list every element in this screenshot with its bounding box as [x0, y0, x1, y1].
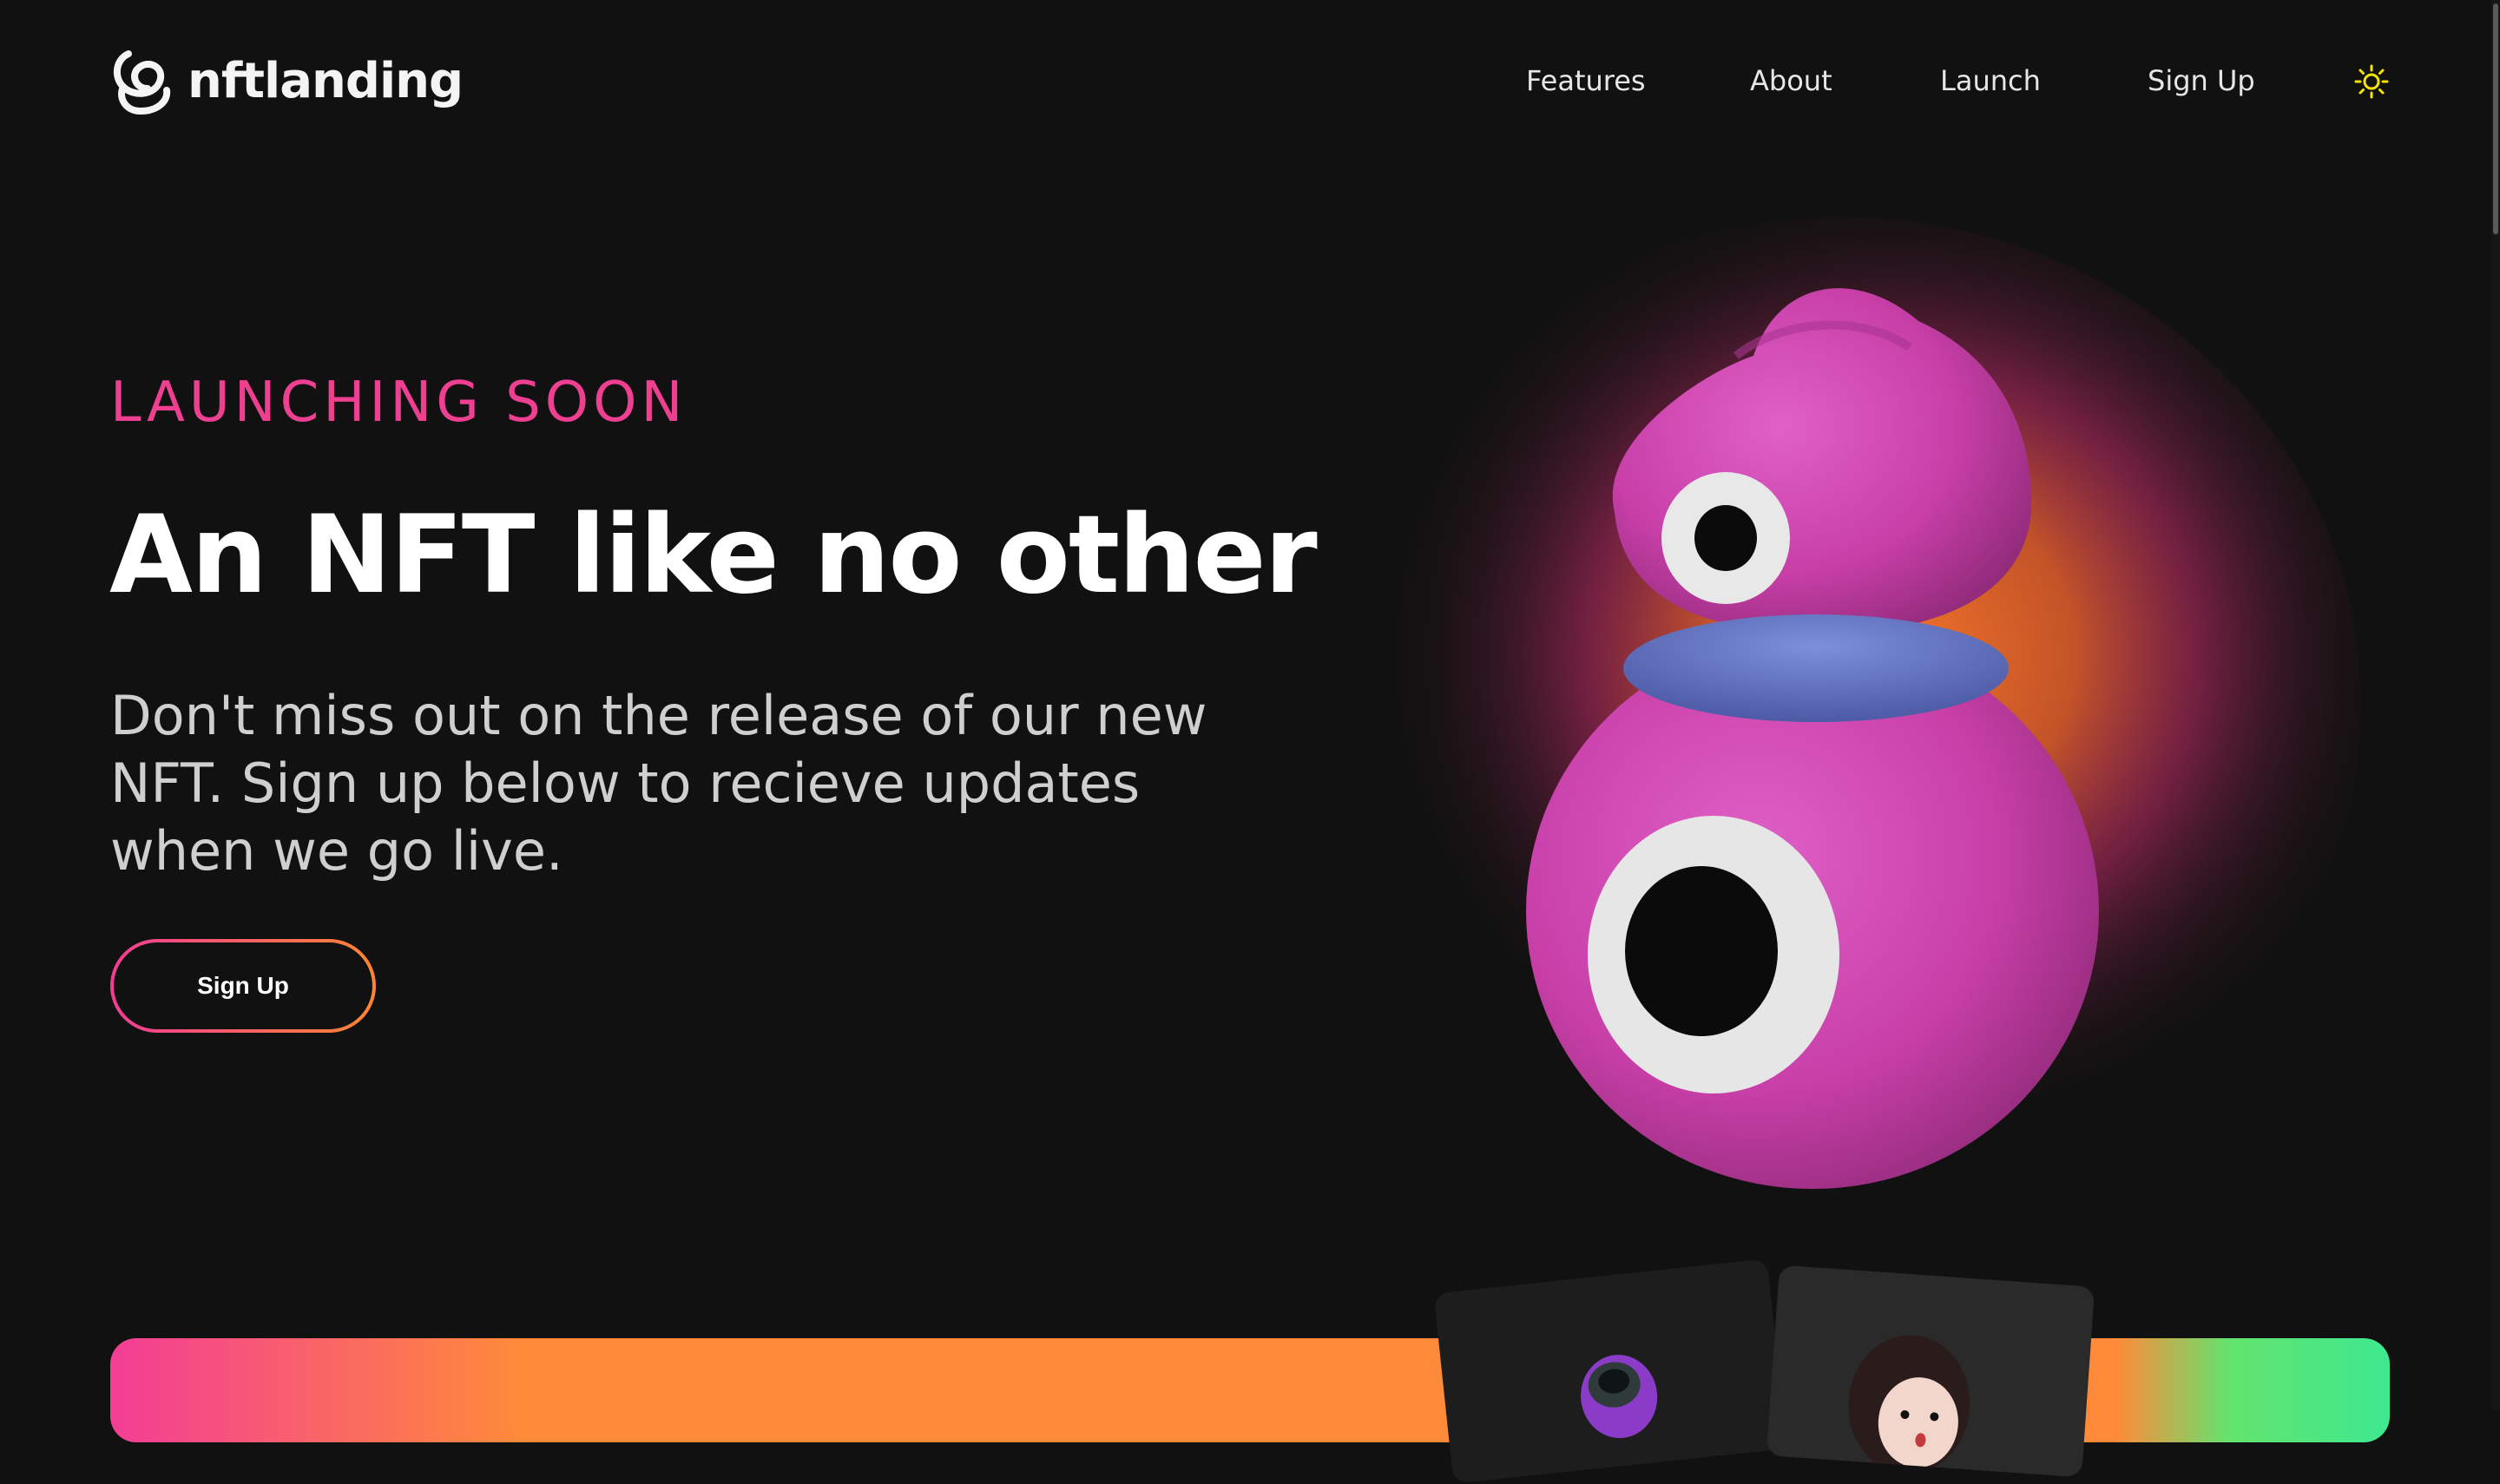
hero-description: Don't miss out on the release of our new… — [110, 684, 1207, 883]
brand-logo[interactable]: nftlanding — [109, 47, 464, 116]
sign-up-button-label: Sign Up — [114, 942, 372, 1029]
nav-about[interactable]: About — [1750, 64, 1832, 97]
launch-eyebrow: LAUNCHING SOON — [110, 371, 688, 435]
nft-character-illustration — [1319, 217, 2361, 1189]
hero-title: An NFT like no other — [109, 493, 1318, 618]
purple-helmet-character-image — [1581, 1355, 1658, 1439]
preview-card[interactable] — [1766, 1264, 2095, 1478]
scrollbar-thumb[interactable] — [2493, 3, 2498, 234]
preview-card[interactable] — [1433, 1258, 1787, 1484]
nav-launch[interactable]: Launch — [1940, 64, 2041, 97]
dark-haired-doll-character-image — [1848, 1335, 1970, 1474]
sign-up-button[interactable]: Sign Up — [110, 939, 376, 1033]
nav-sign-up[interactable]: Sign Up — [2148, 64, 2255, 97]
nav-features[interactable]: Features — [1526, 64, 1646, 97]
sun-icon[interactable] — [2354, 64, 2389, 99]
brand-name: nftlanding — [188, 53, 464, 109]
swirl-logo-icon — [113, 50, 171, 115]
page-scrollbar[interactable] — [2491, 0, 2500, 1409]
